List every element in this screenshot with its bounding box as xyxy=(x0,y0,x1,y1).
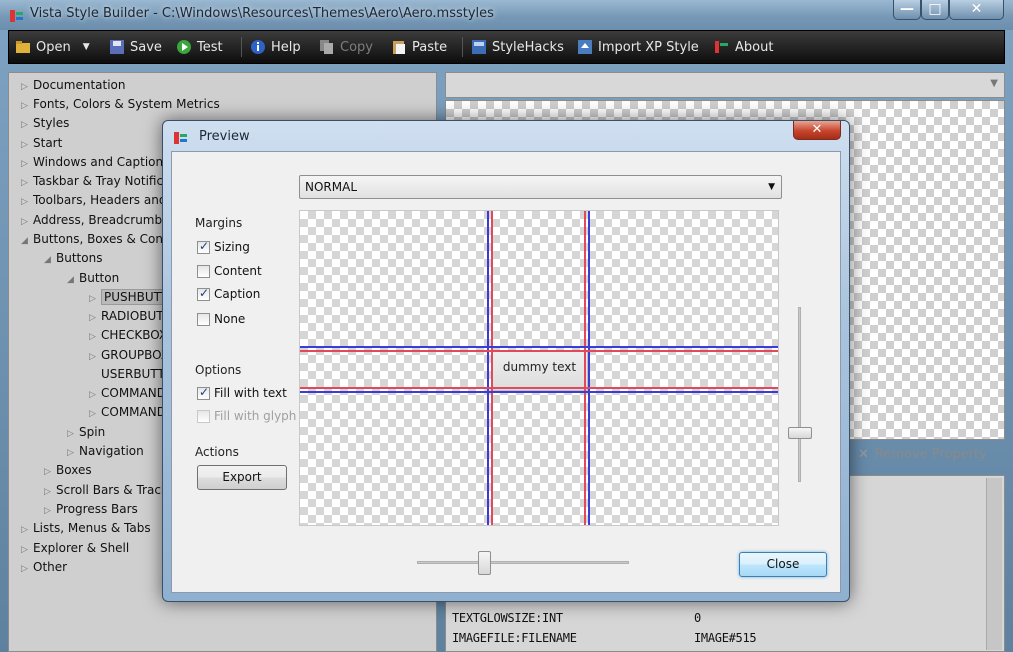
tree-item-windows-captions[interactable]: ▷ Windows and Captions xyxy=(21,153,169,172)
margin-preview-canvas: dummy text xyxy=(299,210,779,526)
property-name: IMAGEFILE:FILENAME xyxy=(452,631,577,645)
sizing-margin-left-line[interactable] xyxy=(487,211,489,525)
close-button[interactable]: Close xyxy=(739,552,827,577)
property-row[interactable]: IMAGEFILE:FILENAME IMAGE#515 xyxy=(452,628,757,648)
copy-icon xyxy=(320,40,333,54)
tree-item-checkbox[interactable]: ▷ CHECKBOX xyxy=(89,326,167,345)
height-slider-thumb[interactable] xyxy=(788,427,812,439)
caption-checkbox[interactable]: Caption xyxy=(197,285,260,303)
checkbox-checked-icon xyxy=(197,385,210,400)
preview-dialog: Preview ✕ Margins Sizing Content Caption… xyxy=(162,120,850,602)
toolbar: Open ▼ Save Test Help Copy Paste StyleHa… xyxy=(8,30,1005,64)
paste-icon xyxy=(393,41,405,54)
stylehacks-icon xyxy=(472,40,486,54)
tree-item-fonts-colors[interactable]: ▷ Fonts, Colors & System Metrics xyxy=(21,95,220,114)
tree-item-buttons[interactable]: ◢ Buttons xyxy=(44,249,102,268)
paste-button[interactable]: Paste xyxy=(391,31,447,63)
height-slider-track[interactable] xyxy=(798,307,801,482)
stylehacks-button[interactable]: StyleHacks xyxy=(471,31,564,63)
close-window-button[interactable]: ✕ xyxy=(949,0,1004,20)
window-title: Vista Style Builder - C:\Windows\Resourc… xyxy=(30,6,494,21)
state-select[interactable]: NORMAL ▼ xyxy=(299,175,782,199)
caption-margin-top-line[interactable] xyxy=(300,350,778,352)
sizing-margin-top-line[interactable] xyxy=(300,346,778,348)
sizing-margin-right-line[interactable] xyxy=(588,211,590,525)
export-button[interactable]: Export xyxy=(197,465,287,490)
title-bar[interactable]: Vista Style Builder - C:\Windows\Resourc… xyxy=(0,0,1013,30)
chevron-down-icon[interactable]: ▼ xyxy=(83,42,90,52)
checkbox-checked-icon xyxy=(197,286,210,301)
tree-item-other[interactable]: ▷ Other xyxy=(21,558,67,577)
test-button[interactable]: Test xyxy=(176,31,223,63)
width-slider-track[interactable] xyxy=(417,561,629,564)
property-row[interactable]: TEXTGLOWSIZE:INT 0 xyxy=(452,608,701,628)
dummy-text: dummy text xyxy=(502,360,577,374)
tree-item-lists-menus-tabs[interactable]: ▷ Lists, Menus & Tabs xyxy=(21,519,151,538)
toolbar-separator xyxy=(241,37,242,57)
fill-with-text-checkbox[interactable]: Fill with text xyxy=(197,384,287,402)
caption-margin-left-line[interactable] xyxy=(491,211,493,525)
tree-item-styles[interactable]: ▷ Styles xyxy=(21,114,69,133)
import-xp-style-button[interactable]: Import XP Style xyxy=(577,31,699,63)
dialog-close-button[interactable]: ✕ xyxy=(793,121,841,140)
open-button[interactable]: Open ▼ xyxy=(15,31,90,63)
tree-item-groupbox[interactable]: ▷ GROUPBOX xyxy=(89,346,169,365)
properties-scrollbar[interactable] xyxy=(986,478,1002,650)
app-icon xyxy=(10,10,23,22)
property-value: IMAGE#515 xyxy=(694,631,757,645)
width-slider-thumb[interactable] xyxy=(478,551,491,575)
options-label: Options xyxy=(195,363,242,377)
checkbox-icon xyxy=(197,409,210,423)
margins-label: Margins xyxy=(195,216,243,230)
tree-item-boxes[interactable]: ▷ Boxes xyxy=(44,461,92,480)
caption-margin-right-line[interactable] xyxy=(584,211,586,525)
tree-item-spin[interactable]: ▷ Spin xyxy=(67,423,105,442)
checkbox-icon xyxy=(197,264,210,278)
info-icon xyxy=(251,40,265,54)
save-button[interactable]: Save xyxy=(109,31,162,63)
tree-item-explorer-shell[interactable]: ▷ Explorer & Shell xyxy=(21,539,129,558)
property-value: 0 xyxy=(694,611,701,625)
remove-property-button[interactable]: ✕ Remove Property xyxy=(858,447,987,462)
tree-item-button[interactable]: ◢ Button xyxy=(67,269,119,288)
folder-open-icon xyxy=(16,41,30,53)
toolbar-separator xyxy=(462,37,463,57)
chevron-down-icon: ▼ xyxy=(768,182,775,192)
tree-item-start[interactable]: ▷ Start xyxy=(21,134,62,153)
fill-with-glyph-checkbox[interactable]: Fill with glyph xyxy=(197,407,296,425)
maximize-button[interactable]: □ xyxy=(921,0,949,20)
caption-margin-bottom-line[interactable] xyxy=(300,387,778,389)
none-checkbox[interactable]: None xyxy=(197,310,245,328)
image-selector[interactable]: ▼ xyxy=(445,72,1005,98)
import-icon xyxy=(578,40,592,54)
tree-item-documentation[interactable]: ▷ Documentation xyxy=(21,76,126,95)
tree-item-progress-bars[interactable]: ▷ Progress Bars xyxy=(44,500,138,519)
checkbox-checked-icon xyxy=(197,239,210,254)
sizing-margin-bottom-line[interactable] xyxy=(300,391,778,393)
copy-button[interactable]: Copy xyxy=(319,31,373,63)
dialog-client-area: Margins Sizing Content Caption None Opti… xyxy=(171,151,841,593)
tree-item-navigation[interactable]: ▷ Navigation xyxy=(67,442,144,461)
app-icon xyxy=(174,132,187,144)
about-button[interactable]: About xyxy=(714,31,773,63)
actions-label: Actions xyxy=(195,445,239,459)
about-icon xyxy=(715,41,728,53)
dialog-title: Preview xyxy=(199,129,250,144)
checkbox-icon xyxy=(197,312,210,326)
play-icon xyxy=(177,40,191,54)
property-name: TEXTGLOWSIZE:INT xyxy=(452,611,563,625)
content-checkbox[interactable]: Content xyxy=(197,262,262,280)
state-select-value: NORMAL xyxy=(305,180,358,194)
sizing-checkbox[interactable]: Sizing xyxy=(197,238,250,256)
minimize-button[interactable]: — xyxy=(893,0,921,20)
save-icon xyxy=(110,40,124,54)
help-button[interactable]: Help xyxy=(250,31,301,63)
chevron-down-icon: ▼ xyxy=(990,78,998,89)
delete-icon: ✕ xyxy=(858,447,869,462)
